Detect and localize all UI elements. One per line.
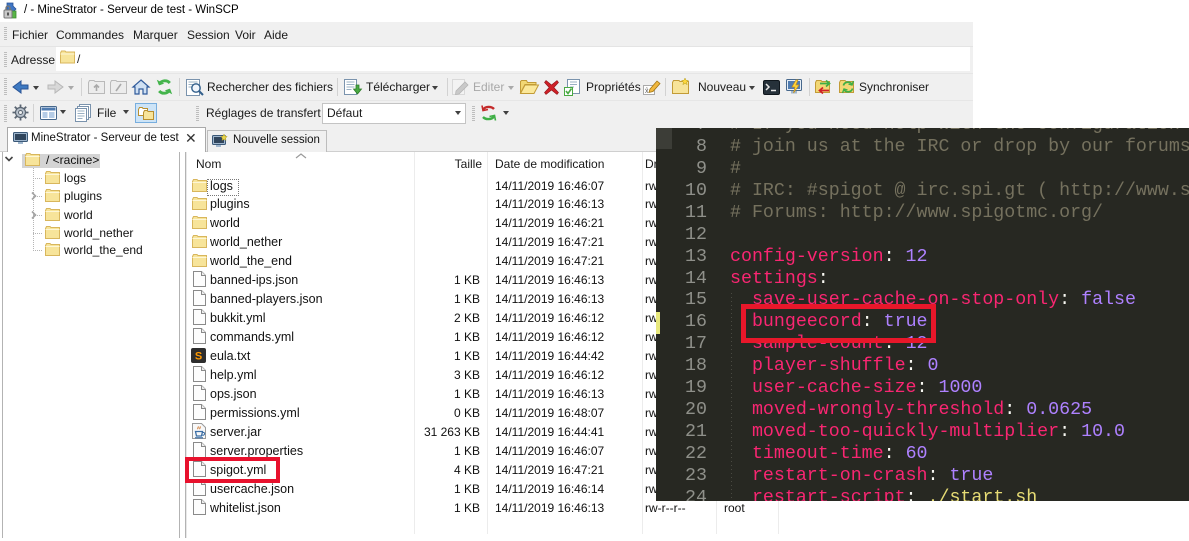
svg-text:S: S (195, 351, 202, 363)
svg-text:x̂: x̂ (645, 88, 649, 95)
